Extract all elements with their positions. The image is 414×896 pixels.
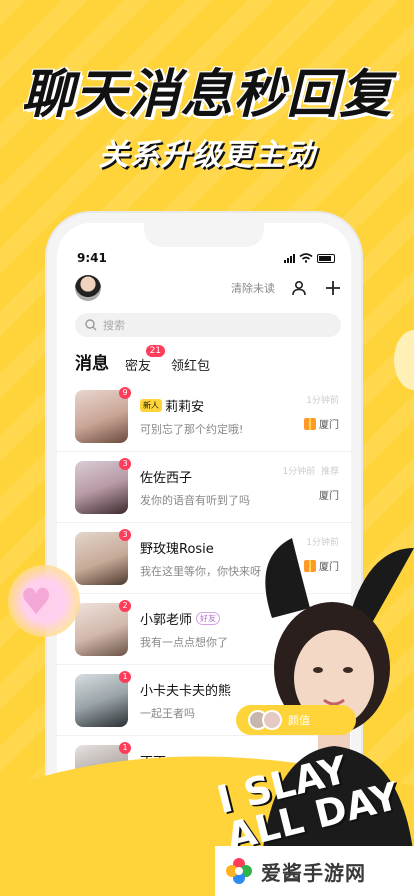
search-icon <box>85 319 97 331</box>
friend-tag: 好友 <box>196 611 221 625</box>
new-user-tag: 新人 <box>140 398 162 412</box>
location-label: 厦门 <box>319 491 339 502</box>
avatar: 9 <box>75 386 131 443</box>
wifi-icon <box>299 253 313 263</box>
search-input[interactable]: 搜索 <box>75 313 341 337</box>
avatar: 1 <box>75 670 131 727</box>
contact-name: 佐佐西子 <box>140 470 193 486</box>
voice-chat-chip[interactable]: 颜值 <box>236 705 356 735</box>
clear-unread-button[interactable]: 清除未读 <box>231 280 275 296</box>
contacts-icon[interactable] <box>289 278 309 298</box>
status-time: 9:41 <box>77 251 107 265</box>
top-bar: 清除未读 <box>75 273 343 303</box>
friends-count-badge: 21 <box>145 345 166 357</box>
tab-friends[interactable]: 密友 21 <box>125 345 166 374</box>
unread-badge: 1 <box>119 741 131 754</box>
unread-badge: 3 <box>119 528 131 541</box>
conversation-row[interactable]: 3 佐佐西子 发你的语音有听到了吗 1分钟前 推荐 厦门 <box>57 452 351 523</box>
signal-icon <box>284 253 295 263</box>
unread-badge: 2 <box>119 599 131 612</box>
unread-badge: 3 <box>119 457 131 470</box>
banner-subhead: 关系升级更主动 <box>98 138 316 173</box>
pinwheel-logo-icon <box>226 858 252 884</box>
contact-name: 小郭老师 <box>140 612 193 628</box>
my-avatar[interactable] <box>75 275 101 301</box>
avatar: 3 <box>75 457 131 514</box>
tab-friends-label: 密友 <box>125 359 152 374</box>
unread-badge: 1 <box>119 670 131 683</box>
contact-name: 野玫瑰Rosie <box>140 541 214 557</box>
status-bar: 9:41 <box>77 251 335 265</box>
status-icons <box>284 253 335 263</box>
add-icon[interactable] <box>323 278 343 298</box>
contact-name: 小卡夫卡夫的熊 <box>140 683 232 699</box>
location-label: 厦门 <box>319 420 339 431</box>
tab-redpacket[interactable]: 领红包 <box>171 355 210 374</box>
contact-name: 莉莉安 <box>165 399 205 415</box>
phone-notch <box>144 223 264 247</box>
watermark-logo: 爱酱手游网 <box>215 846 414 896</box>
unread-badge: 9 <box>119 386 131 399</box>
conversation-row[interactable]: 9 新人 莉莉安 可别忘了那个约定哦! 1分钟前 厦门 <box>57 381 351 452</box>
gift-icon <box>304 417 316 430</box>
message-tabs: 消息 密友 21 领红包 <box>75 345 210 374</box>
avatar <box>262 710 282 730</box>
recommend-label: 推荐 <box>320 467 339 477</box>
message-time: 1分钟前 <box>282 467 316 477</box>
battery-icon <box>317 253 335 263</box>
voice-chip-label: 颜值 <box>288 714 310 727</box>
search-placeholder: 搜索 <box>103 319 125 332</box>
tab-messages[interactable]: 消息 <box>75 349 109 374</box>
decor-bubble-right <box>394 330 414 390</box>
heart-icon: ♥ <box>20 582 53 623</box>
logo-text: 爱酱手游网 <box>261 860 366 885</box>
banner-headline: 聊天消息秒回复 <box>21 65 393 125</box>
avatar: 3 <box>75 528 131 585</box>
avatar: 2 <box>75 599 131 656</box>
message-time: 1分钟前 <box>306 396 339 406</box>
